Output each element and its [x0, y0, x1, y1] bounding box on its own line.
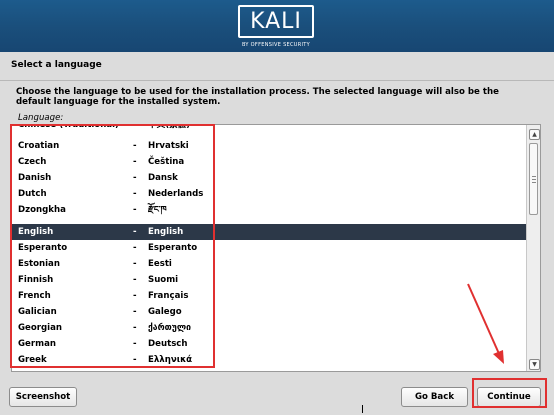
scroll-up-button[interactable]: ▲: [529, 129, 540, 140]
logo-subtitle: BY OFFENSIVE SECURITY: [241, 42, 311, 48]
description-text: Choose the language to be used for the i…: [16, 87, 499, 107]
chevron-down-icon: ▼: [532, 361, 537, 368]
grip-line: [532, 182, 536, 183]
annotation-frame-list: [10, 124, 215, 368]
annotation-frame-continue: [472, 378, 547, 408]
kali-logo: KALI: [238, 5, 314, 38]
divider: [0, 80, 554, 81]
language-label: Language:: [18, 113, 64, 123]
header-banner: KALI BY OFFENSIVE SECURITY: [0, 0, 554, 52]
go-back-button[interactable]: Go Back: [401, 387, 468, 407]
scroll-down-button[interactable]: ▼: [529, 359, 540, 370]
screenshot-button[interactable]: Screenshot: [9, 387, 77, 407]
annotation-arrow-icon: [467, 283, 504, 364]
text-cursor: [362, 405, 363, 413]
grip-line: [532, 176, 536, 177]
page-title: Select a language: [11, 60, 102, 70]
scroll-thumb[interactable]: [529, 143, 538, 215]
grip-line: [532, 179, 536, 180]
scrollbar[interactable]: ▲ ▼: [526, 125, 540, 371]
chevron-up-icon: ▲: [532, 131, 537, 138]
